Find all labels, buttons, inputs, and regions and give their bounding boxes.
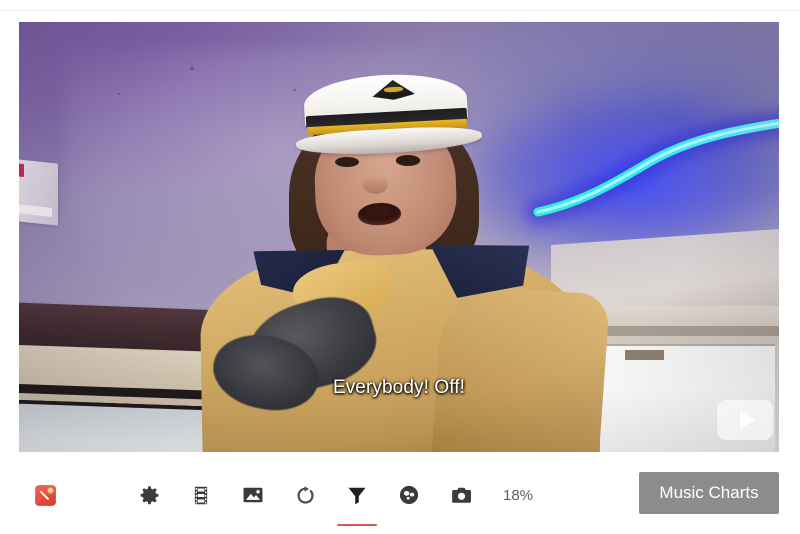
person [19,22,779,452]
tool-settings[interactable] [123,472,175,518]
tool-magic-wand[interactable] [19,472,71,518]
percent-label: 18% [503,486,534,504]
play-button-icon[interactable] [717,400,773,440]
top-divider [0,0,800,11]
play-triangle [739,411,755,429]
tool-camera[interactable] [435,472,487,518]
tool-film[interactable] [175,472,227,518]
tool-row: 18% [19,472,534,526]
gear-icon [140,485,158,504]
refresh-icon [297,485,314,504]
palette-icon [399,485,419,505]
page-root: Everybody! Off! 18% Music Charts [0,0,800,534]
funnel-icon [348,487,366,504]
rss-icon [87,484,108,506]
active-tab-underline [337,524,377,526]
camera-icon [451,487,471,503]
video-frame [19,22,779,452]
eye [335,156,360,167]
film-icon [194,486,208,504]
tool-refresh[interactable] [279,472,331,518]
arm [430,282,611,452]
tool-rss-feed[interactable] [71,472,123,518]
tool-image[interactable] [227,472,279,518]
video-player[interactable]: Everybody! Off! [19,22,779,452]
image-icon [243,487,263,503]
tool-filter[interactable] [331,472,383,526]
music-charts-button[interactable]: Music Charts [639,472,779,514]
wand-icon [34,484,56,506]
eye [395,155,421,166]
tool-palette[interactable] [383,472,435,518]
bottom-toolbar: 18% Music Charts [0,452,800,534]
